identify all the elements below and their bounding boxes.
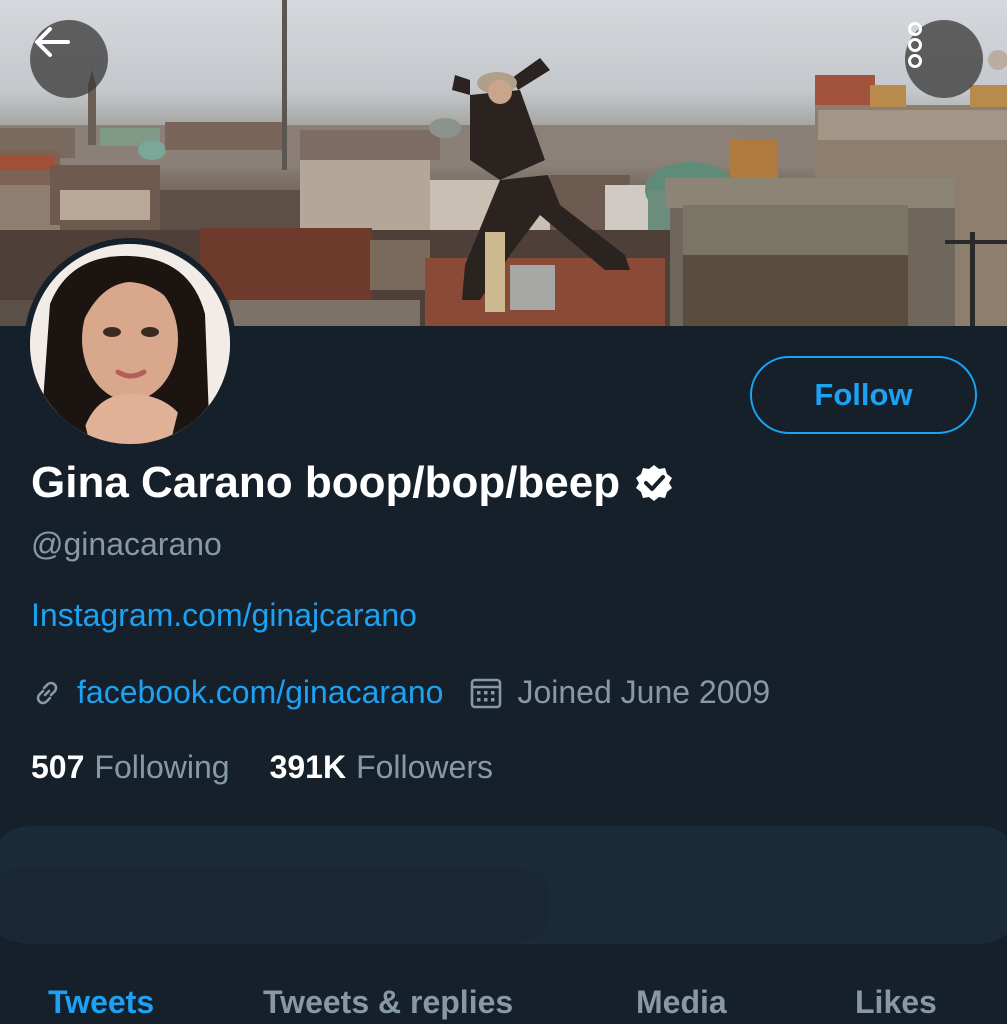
display-name: Gina Carano boop/bop/beep xyxy=(31,458,621,507)
back-button[interactable] xyxy=(30,20,108,98)
followers-stat[interactable]: 391K Followers xyxy=(270,749,493,786)
following-label: Following xyxy=(94,749,230,785)
follow-stats: 507 Following 391K Followers xyxy=(31,749,493,786)
verified-badge-icon xyxy=(636,465,673,501)
calendar-icon xyxy=(471,678,502,708)
redacted-area-overlay xyxy=(0,868,550,942)
link-icon xyxy=(36,681,58,704)
profile-meta: facebook.com/ginacarano Joined June 2009 xyxy=(31,674,770,711)
bio-instagram-link[interactable]: Instagram.com/ginajcarano xyxy=(31,597,417,634)
avatar[interactable] xyxy=(24,238,236,450)
join-date: Joined June 2009 xyxy=(517,674,771,710)
more-options-button[interactable] xyxy=(905,20,983,98)
handle: @ginacarano xyxy=(31,526,222,562)
arrow-left-icon xyxy=(35,27,70,57)
profile-tabs: Tweets Tweets & replies Media Likes xyxy=(0,980,1007,1024)
tab-tweets[interactable]: Tweets xyxy=(48,984,154,1021)
followers-label: Followers xyxy=(356,749,493,785)
more-vertical-icon xyxy=(908,22,922,68)
website-link[interactable]: facebook.com/ginacarano xyxy=(77,674,443,711)
tab-media[interactable]: Media xyxy=(636,984,727,1021)
following-count: 507 xyxy=(31,749,85,785)
avatar-image xyxy=(30,244,230,444)
follow-button[interactable]: Follow xyxy=(750,356,977,434)
tab-tweets-replies[interactable]: Tweets & replies xyxy=(263,984,513,1021)
tab-likes[interactable]: Likes xyxy=(855,984,937,1021)
name-row: Gina Carano boop/bop/beep xyxy=(31,458,674,508)
following-stat[interactable]: 507 Following xyxy=(31,749,230,786)
followers-count: 391K xyxy=(269,749,347,785)
